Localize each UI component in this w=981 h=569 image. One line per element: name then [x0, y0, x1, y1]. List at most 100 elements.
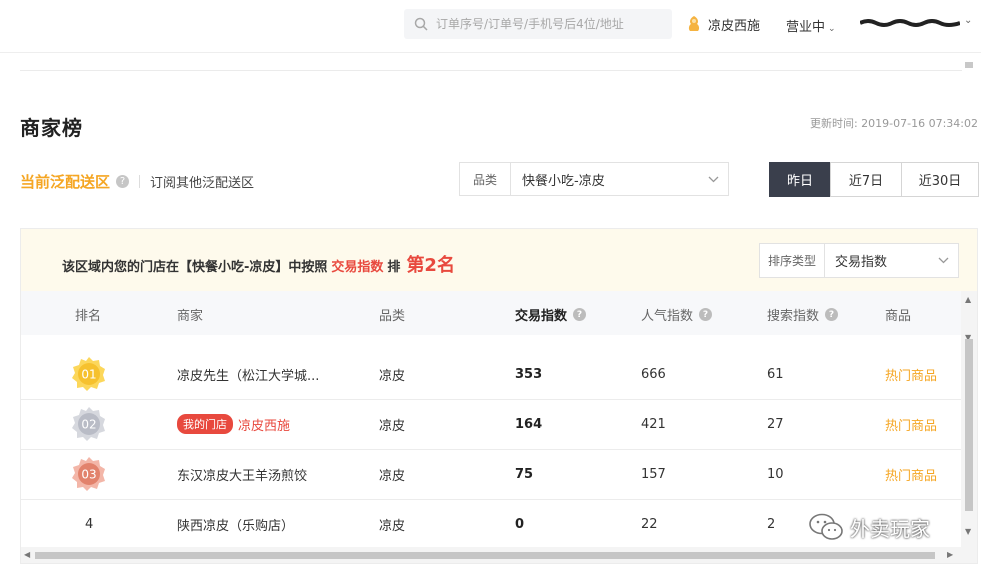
hot-goods-link[interactable]: 热门商品 [885, 449, 937, 499]
help-icon[interactable]: ? [825, 308, 839, 321]
popularity-index-value: 22 [641, 516, 658, 532]
wechat-logo-icon [809, 513, 843, 540]
rank-summary-metric: 交易指数 [331, 260, 384, 275]
category-select-value: 快餐小吃-凉皮 [522, 173, 605, 189]
scroll-up-arrow-icon[interactable]: ▲ [965, 295, 971, 304]
current-zone-label: 当前泛配送区 [20, 173, 111, 191]
header-category: 品类 [379, 309, 406, 324]
divider-band [20, 58, 962, 71]
business-status-dropdown[interactable]: 营业中 ⌄ [786, 16, 836, 35]
rank-badge-text: 01 [81, 368, 96, 382]
shop-switcher[interactable]: 凉皮西施 [684, 13, 760, 35]
page-scrollbar[interactable] [963, 56, 975, 70]
top-header: 凉皮西施 营业中⌄ ⌄ [0, 0, 981, 53]
header-popularity-index[interactable]: 人气指数? [641, 305, 713, 324]
page-scrollbar-thumb[interactable] [965, 62, 973, 68]
rank-badge-text: 02 [81, 418, 96, 432]
search-input[interactable] [434, 16, 663, 32]
header-search-index[interactable]: 搜索指数? [767, 305, 839, 324]
update-time-value: 2019-07-16 07:34:02 [861, 117, 978, 130]
shop-name: 凉皮西施 [708, 18, 761, 34]
table-row: 01 凉皮先生（松江大学城... 凉皮 353 666 61 热门商品 [21, 349, 961, 400]
sort-type-select[interactable]: 排序类型 交易指数 [759, 243, 959, 278]
search-index-value: 61 [767, 366, 784, 382]
my-store-badge: 我的门店 [177, 414, 233, 434]
period-tabs: 昨日 近7日 近30日 [769, 162, 979, 197]
account-name-redacted[interactable] [860, 17, 960, 29]
subscribe-other-zones-link[interactable]: 订阅其他泛配送区 [150, 172, 254, 191]
scroll-left-arrow-icon[interactable]: ◀ [24, 550, 30, 559]
update-time-label: 更新时间: [809, 117, 858, 130]
help-icon[interactable]: ? [573, 308, 587, 321]
rank-badge-gold: 01 [71, 349, 107, 399]
merchant-name[interactable]: 陕西凉皮（乐购店） [177, 499, 294, 549]
merchant-category: 凉皮 [379, 518, 406, 534]
watermark-text: 外卖玩家 [850, 516, 930, 541]
sort-type-value: 交易指数 [835, 255, 888, 270]
rank-summary-middle: 排 [387, 260, 401, 275]
search-index-value: 27 [767, 416, 784, 432]
merchant-name[interactable]: 凉皮先生（松江大学城... [177, 349, 319, 399]
rank-summary-position: 第2名 [406, 255, 455, 276]
rank-badge-text: 03 [81, 468, 96, 482]
table-row: 02 我的门店 凉皮西施 凉皮 164 421 27 热门商品 [21, 399, 961, 450]
shop-logo-icon [688, 16, 700, 31]
merchant-name[interactable]: 东汉凉皮大王羊汤煎饺 [177, 449, 307, 499]
rank-summary-banner: 该区域内您的门店在【快餐小吃-凉皮】中按照 交易指数 排 第2名 排序类型 交易… [21, 229, 977, 291]
period-tab-7-days[interactable]: 近7日 [830, 162, 902, 197]
update-time: 更新时间: 2019-07-16 07:34:02 [810, 115, 978, 131]
table-horizontal-scrollbar[interactable]: ◀ ▶ [21, 547, 961, 563]
merchant-name: 凉皮西施 [238, 418, 291, 434]
help-icon[interactable]: ? [116, 175, 130, 188]
chevron-down-icon [698, 173, 728, 186]
period-tab-30-days[interactable]: 近30日 [901, 162, 979, 197]
table-row: 03 东汉凉皮大王羊汤煎饺 凉皮 75 157 10 热门商品 [21, 449, 961, 500]
header-goods: 商品 [885, 309, 912, 324]
trade-index-value: 353 [515, 366, 543, 382]
search-index-value: 10 [767, 466, 784, 482]
table-vertical-scrollbar-thumb[interactable] [965, 339, 973, 511]
delivery-zone-bar: 当前泛配送区 ? 订阅其他泛配送区 [20, 171, 254, 192]
popularity-index-value: 421 [641, 416, 666, 432]
category-select[interactable]: 品类 快餐小吃-凉皮 [459, 162, 729, 196]
chevron-down-icon [928, 254, 958, 267]
search-icon [414, 17, 428, 31]
rank-summary-prefix: 该区域内您的门店在【快餐小吃-凉皮】中按照 [62, 260, 328, 275]
rank-badge-bronze: 03 [71, 449, 107, 499]
popularity-index-value: 666 [641, 366, 666, 382]
rank-summary-text: 该区域内您的门店在【快餐小吃-凉皮】中按照 交易指数 排 第2名 [62, 251, 455, 277]
header-popularity-index-label: 人气指数 [641, 309, 694, 324]
order-search-box[interactable] [404, 9, 672, 39]
scroll-down-arrow-icon[interactable]: ▼ [965, 527, 971, 536]
merchant-name-cell[interactable]: 我的门店 凉皮西施 [177, 399, 290, 449]
merchant-category: 凉皮 [379, 468, 406, 484]
table-horizontal-scrollbar-thumb[interactable] [35, 552, 935, 559]
sort-type-label: 排序类型 [760, 244, 825, 277]
chevron-down-icon: ⌄ [828, 24, 836, 34]
header-merchant: 商家 [177, 309, 204, 324]
help-icon[interactable]: ? [699, 308, 713, 321]
header-search-index-label: 搜索指数 [767, 309, 820, 324]
business-status-label: 营业中 [786, 20, 826, 35]
account-chevron-down-icon[interactable]: ⌄ [964, 15, 972, 26]
merchant-category: 凉皮 [379, 368, 406, 384]
search-index-value: 2 [767, 516, 776, 532]
category-select-label: 品类 [460, 163, 511, 195]
rank-badge-silver: 02 [71, 399, 107, 449]
page-title: 商家榜 [20, 116, 83, 140]
header-trade-index[interactable]: 交易指数? [515, 305, 587, 324]
header-trade-index-label: 交易指数 [515, 309, 568, 324]
table-vertical-scrollbar[interactable]: ▲ ▼ ▼ [961, 291, 977, 563]
hot-goods-link[interactable]: 热门商品 [885, 399, 937, 449]
trade-index-value: 0 [515, 516, 525, 532]
hot-goods-link[interactable]: 热门商品 [885, 349, 937, 399]
merchant-category: 凉皮 [379, 418, 406, 434]
scroll-right-arrow-icon[interactable]: ▶ [947, 550, 953, 559]
trade-index-value: 75 [515, 466, 534, 482]
header-rank: 排名 [75, 309, 102, 324]
table-header: 排名 商家 品类 交易指数? 人气指数? 搜索指数? 商品 [21, 291, 961, 335]
rank-number: 4 [85, 516, 94, 532]
popularity-index-value: 157 [641, 466, 666, 482]
wechat-watermark: 外卖玩家 [808, 512, 930, 542]
period-tab-yesterday[interactable]: 昨日 [769, 162, 831, 197]
